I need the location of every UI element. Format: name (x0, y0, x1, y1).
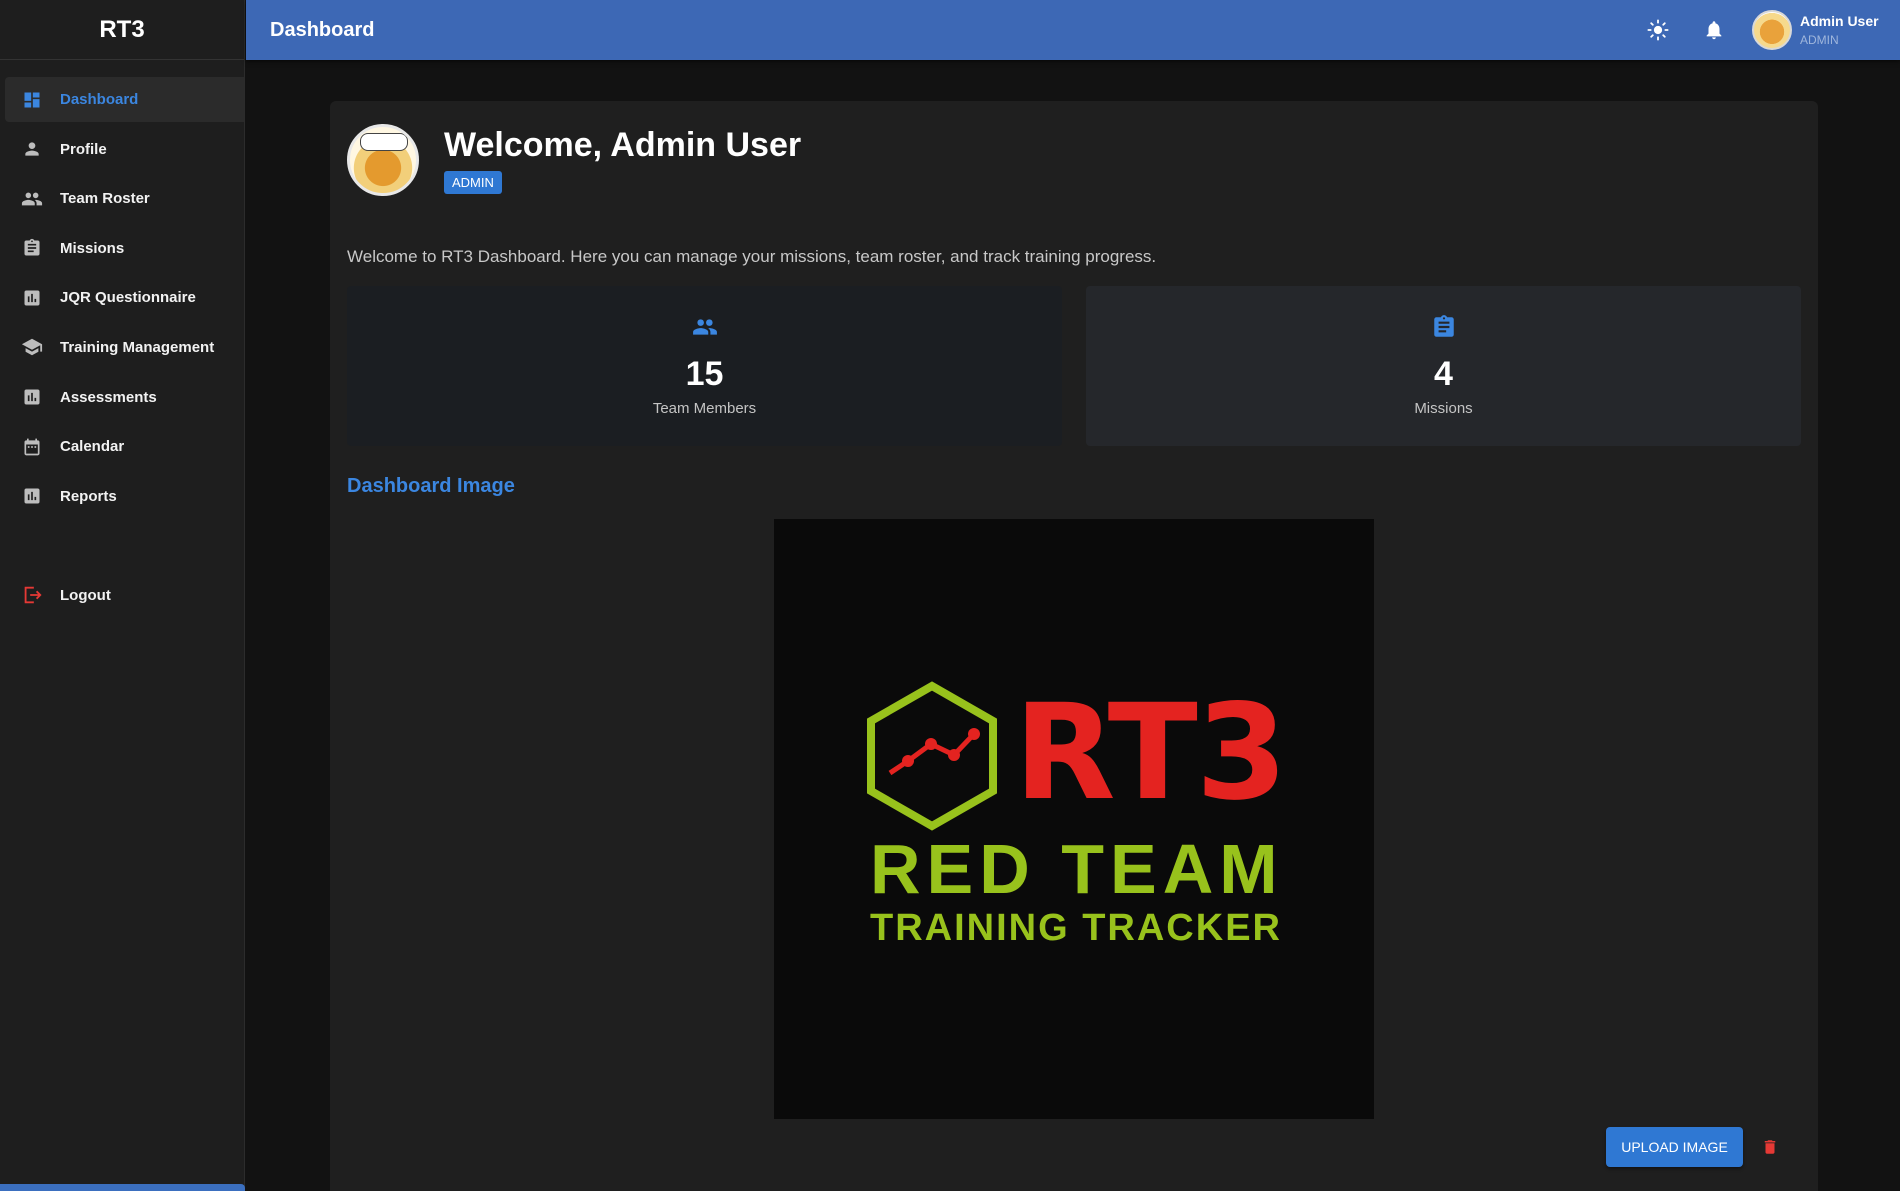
user-name: Admin User (1800, 13, 1879, 29)
trash-icon[interactable] (1754, 1131, 1786, 1163)
sidebar-item-label: Calendar (60, 438, 125, 456)
theme-toggle-icon[interactable] (1640, 12, 1676, 48)
stats-row: 15 Team Members 4 Missions (347, 286, 1801, 446)
sidebar-item-missions[interactable]: Missions (5, 226, 244, 271)
bar-chart-icon (21, 287, 43, 309)
sidebar-item-label: Missions (60, 239, 125, 257)
logo-rt3-text: RT3 (1014, 676, 1288, 830)
avatar (1752, 10, 1792, 50)
clipboard-icon (1431, 314, 1457, 345)
welcome-header: Welcome, Admin User ADMIN (347, 124, 801, 196)
stat-value: 15 (685, 355, 724, 393)
user-role: ADMIN (1800, 33, 1839, 47)
welcome-text: Welcome, Admin User ADMIN (444, 126, 801, 194)
topbar: Dashboard Admin User ADMIN (246, 0, 1900, 60)
sidebar-item-label: Dashboard (60, 91, 139, 108)
stat-card-team-members[interactable]: 15 Team Members (347, 286, 1062, 446)
welcome-title: Welcome, Admin User (444, 126, 802, 164)
sidebar-item-team-roster[interactable]: Team Roster (5, 176, 244, 221)
sidebar-item-label: Assessments (60, 388, 157, 406)
logout-icon (21, 584, 43, 606)
sidebar-item-assessments[interactable]: Assessments (5, 375, 244, 420)
logout-button[interactable]: Logout (5, 573, 244, 618)
dashboard-card: Welcome, Admin User ADMIN Welcome to RT3… (330, 101, 1818, 1191)
bar-chart-icon (21, 386, 43, 408)
user-menu[interactable]: Admin User ADMIN (1752, 10, 1900, 50)
logo-red-team-text: RED TEAM (870, 830, 1284, 908)
profile-avatar (347, 124, 419, 196)
stat-label: Missions (1414, 400, 1473, 417)
stat-value: 4 (1434, 355, 1453, 393)
sidebar-item-reports[interactable]: Reports (5, 474, 244, 519)
logout-label: Logout (60, 586, 111, 604)
logo-training-tracker-text: TRAINING TRACKER (870, 907, 1282, 949)
sidebar-item-jqr-questionnaire[interactable]: JQR Questionnaire (5, 275, 244, 320)
dashboard-image: RT3 RED TEAM TRAINING TRACKER (774, 519, 1374, 1119)
person-icon (21, 138, 43, 160)
upload-image-button[interactable]: UPLOAD IMAGE (1606, 1127, 1743, 1167)
stat-card-missions[interactable]: 4 Missions (1086, 286, 1801, 446)
sidebar: RT3 Dashboard Profile Team Roster Missio… (0, 0, 245, 1191)
dashboard-image-title: Dashboard Image (347, 475, 515, 497)
stat-label: Team Members (652, 400, 757, 417)
sidebar-item-label: Reports (60, 487, 117, 505)
notifications-icon[interactable] (1696, 12, 1732, 48)
sidebar-item-label: Team Roster (60, 190, 150, 208)
sidebar-item-calendar[interactable]: Calendar (5, 424, 244, 469)
topbar-actions: Admin User ADMIN (1640, 0, 1900, 60)
dashboard-icon (21, 89, 43, 111)
calendar-icon (21, 436, 43, 458)
sidebar-item-training-management[interactable]: Training Management (5, 325, 244, 370)
bar-chart-icon (21, 485, 43, 507)
page-title: Dashboard (270, 18, 375, 41)
clipboard-icon (21, 237, 43, 259)
people-icon (692, 314, 718, 345)
school-icon (21, 336, 43, 358)
user-info: Admin User ADMIN (1800, 13, 1879, 47)
people-icon (21, 188, 43, 210)
sidebar-item-dashboard[interactable]: Dashboard (5, 77, 244, 122)
sidebar-item-label: Profile (60, 140, 107, 158)
sidebar-scrollbar[interactable] (0, 1184, 245, 1191)
app-brand[interactable]: RT3 (0, 0, 244, 60)
sidebar-nav: Dashboard Profile Team Roster Missions J… (0, 60, 244, 618)
role-badge: ADMIN (444, 171, 502, 194)
sidebar-item-profile[interactable]: Profile (5, 127, 244, 172)
sidebar-item-label: JQR Questionnaire (60, 289, 196, 307)
sidebar-item-label: Training Management (60, 338, 215, 356)
intro-text: Welcome to RT3 Dashboard. Here you can m… (347, 247, 1157, 266)
